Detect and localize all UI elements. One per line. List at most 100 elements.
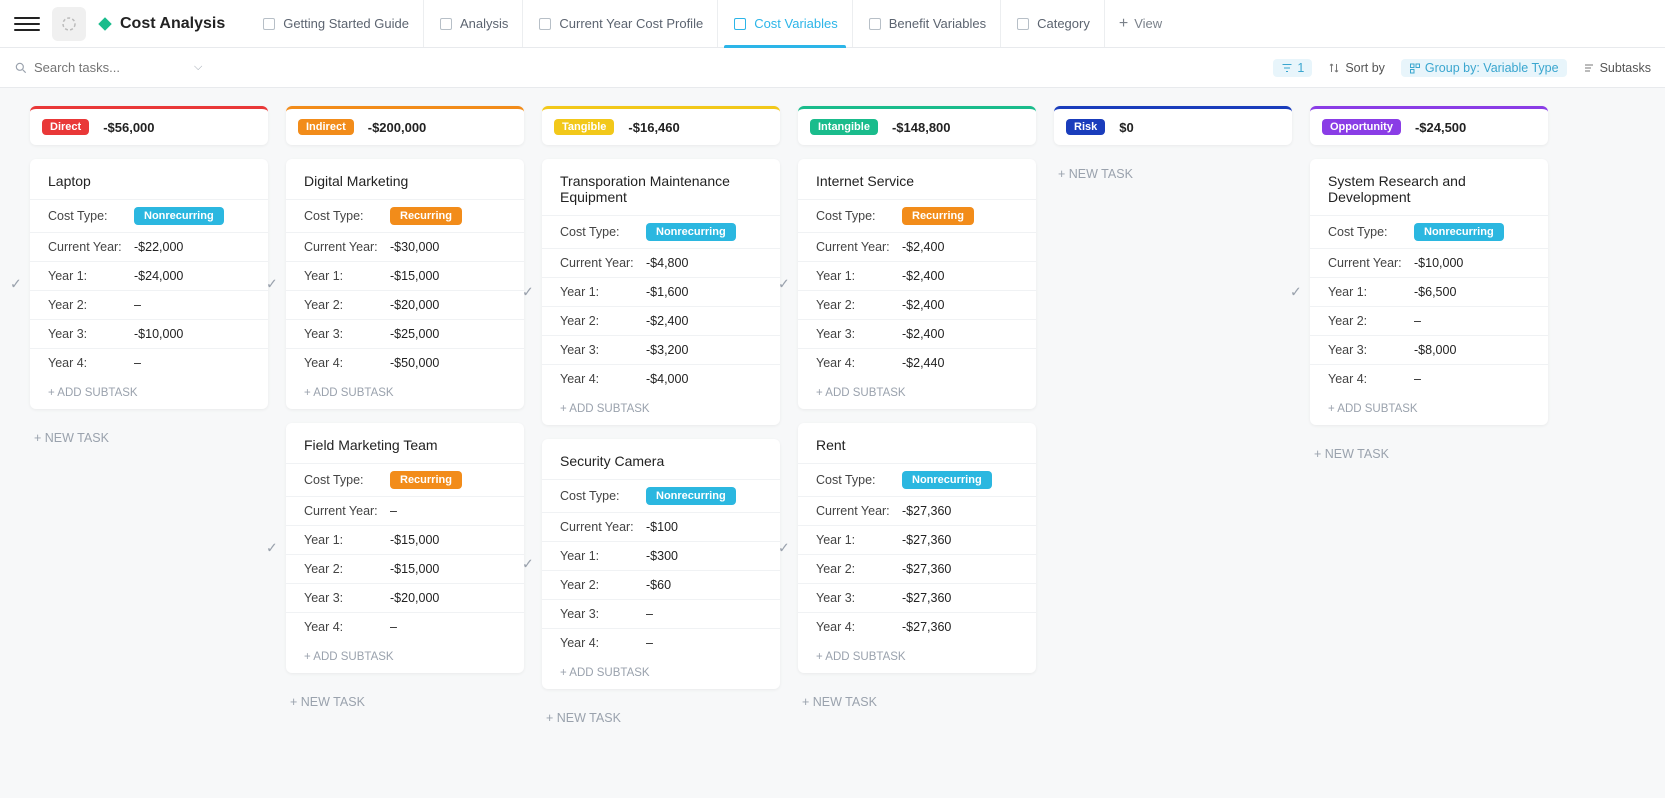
task-card[interactable]: ✓Transporation Maintenance EquipmentCost…	[542, 159, 780, 425]
column-header[interactable]: Direct-$56,000	[30, 106, 268, 145]
value-year2: -$27,360	[902, 562, 951, 576]
row-year1: Year 1:-$15,000	[286, 261, 524, 290]
task-card[interactable]: ✓Internet ServiceCost Type:RecurringCurr…	[798, 159, 1036, 409]
task-card[interactable]: ✓Security CameraCost Type:NonrecurringCu…	[542, 439, 780, 689]
task-card[interactable]: ✓RentCost Type:NonrecurringCurrent Year:…	[798, 423, 1036, 673]
card-title: Security Camera	[542, 453, 780, 479]
label-year2: Year 2:	[304, 298, 390, 312]
group-by-button[interactable]: Group by: Variable Type	[1401, 59, 1567, 77]
check-icon[interactable]: ✓	[778, 276, 790, 293]
column-header[interactable]: Indirect-$200,000	[286, 106, 524, 145]
row-year4: Year 4:–	[1310, 364, 1548, 393]
subtasks-button[interactable]: Subtasks	[1583, 61, 1651, 75]
menu-icon[interactable]	[14, 11, 40, 37]
label-year4: Year 4:	[816, 356, 902, 370]
row-year2: Year 2:–	[1310, 306, 1548, 335]
value-year2: -$2,400	[646, 314, 688, 328]
sort-button[interactable]: Sort by	[1328, 61, 1385, 75]
label-cost-type: Cost Type:	[560, 489, 646, 503]
value-year3: -$10,000	[134, 327, 183, 341]
check-icon[interactable]: ✓	[778, 540, 790, 557]
add-subtask-button[interactable]: + ADD SUBTASK	[1310, 393, 1548, 425]
column-tangible: Tangible-$16,460 ✓Transporation Maintenan…	[542, 106, 780, 733]
column-badge: Indirect	[298, 119, 354, 135]
search-input[interactable]	[34, 60, 174, 75]
row-year1: Year 1:-$15,000	[286, 525, 524, 554]
tab-benefit-variables[interactable]: Benefit Variables	[852, 0, 1000, 47]
card-title: Digital Marketing	[286, 173, 524, 199]
value-year4: –	[1414, 372, 1421, 386]
label-cost-type: Cost Type:	[560, 225, 646, 239]
tab-category[interactable]: Category	[1000, 0, 1104, 47]
add-subtask-button[interactable]: + ADD SUBTASK	[30, 377, 268, 409]
row-year4: Year 4:-$4,000	[542, 364, 780, 393]
task-card[interactable]: ✓Field Marketing TeamCost Type:Recurring…	[286, 423, 524, 673]
cost-type-chip: Nonrecurring	[1414, 223, 1504, 241]
row-cost-type: Cost Type:Nonrecurring	[798, 463, 1036, 496]
label-year4: Year 4:	[560, 372, 646, 386]
task-card[interactable]: ✓Digital MarketingCost Type:RecurringCur…	[286, 159, 524, 409]
add-subtask-button[interactable]: + ADD SUBTASK	[286, 377, 524, 409]
label-year4: Year 4:	[816, 620, 902, 634]
value-current_year: -$100	[646, 520, 678, 534]
column-header[interactable]: Tangible-$16,460	[542, 106, 780, 145]
cost-type-chip: Recurring	[390, 471, 462, 489]
tab-cost-variables[interactable]: Cost Variables	[717, 0, 852, 47]
cost-type-chip: Nonrecurring	[646, 223, 736, 241]
add-subtask-button[interactable]: + ADD SUBTASK	[798, 377, 1036, 409]
column-amount: -$148,800	[892, 120, 951, 135]
column-header[interactable]: Risk$0	[1054, 106, 1292, 145]
task-card[interactable]: ✓LaptopCost Type:NonrecurringCurrent Yea…	[30, 159, 268, 409]
row-year4: Year 4:-$27,360	[798, 612, 1036, 641]
column-header[interactable]: Intangible-$148,800	[798, 106, 1036, 145]
value-year2: -$20,000	[390, 298, 439, 312]
label-year1: Year 1:	[304, 269, 390, 283]
value-year1: -$1,600	[646, 285, 688, 299]
check-icon[interactable]: ✓	[522, 556, 534, 573]
column-header[interactable]: Opportunity-$24,500	[1310, 106, 1548, 145]
add-view-button[interactable]: +View	[1104, 0, 1176, 47]
value-current_year: -$30,000	[390, 240, 439, 254]
check-icon[interactable]: ✓	[266, 540, 278, 557]
value-year1: -$15,000	[390, 269, 439, 283]
check-icon[interactable]: ✓	[522, 284, 534, 301]
column-badge: Opportunity	[1322, 119, 1401, 135]
chevron-down-icon[interactable]: ⌵	[194, 61, 202, 74]
add-subtask-button[interactable]: + ADD SUBTASK	[542, 393, 780, 425]
toolbar: ⌵ 1 Sort by Group by: Variable Type Subt…	[0, 48, 1665, 88]
value-current_year: –	[390, 504, 397, 518]
column-risk: Risk$0 + NEW TASK	[1054, 106, 1292, 189]
value-year1: -$15,000	[390, 533, 439, 547]
label-year4: Year 4:	[304, 620, 390, 634]
new-task-button[interactable]: + NEW TASK	[30, 423, 268, 453]
row-year3: Year 3:-$2,400	[798, 319, 1036, 348]
check-icon[interactable]: ✓	[266, 276, 278, 293]
filter-button[interactable]: 1	[1273, 59, 1312, 77]
row-year3: Year 3:-$27,360	[798, 583, 1036, 612]
tab-getting-started[interactable]: Getting Started Guide	[247, 0, 423, 47]
add-subtask-button[interactable]: + ADD SUBTASK	[286, 641, 524, 673]
tab-analysis[interactable]: Analysis	[423, 0, 522, 47]
value-year2: -$15,000	[390, 562, 439, 576]
row-current_year: Current Year:-$100	[542, 512, 780, 541]
check-icon[interactable]: ✓	[1290, 284, 1302, 301]
row-cost-type: Cost Type:Recurring	[798, 199, 1036, 232]
label-current_year: Current Year:	[816, 504, 902, 518]
value-year1: -$2,400	[902, 269, 944, 283]
new-task-button[interactable]: + NEW TASK	[798, 687, 1036, 717]
value-year3: -$2,400	[902, 327, 944, 341]
new-task-button[interactable]: + NEW TASK	[1054, 159, 1292, 189]
cost-type-chip: Nonrecurring	[646, 487, 736, 505]
new-task-button[interactable]: + NEW TASK	[1310, 439, 1548, 469]
row-current_year: Current Year:-$10,000	[1310, 248, 1548, 277]
new-task-button[interactable]: + NEW TASK	[286, 687, 524, 717]
column-amount: -$56,000	[103, 120, 154, 135]
column-badge: Tangible	[554, 119, 614, 135]
add-subtask-button[interactable]: + ADD SUBTASK	[798, 641, 1036, 673]
check-icon[interactable]: ✓	[10, 276, 22, 293]
label-year2: Year 2:	[304, 562, 390, 576]
tab-current-year[interactable]: Current Year Cost Profile	[522, 0, 717, 47]
task-card[interactable]: ✓System Research and DevelopmentCost Typ…	[1310, 159, 1548, 425]
new-task-button[interactable]: + NEW TASK	[542, 703, 780, 733]
add-subtask-button[interactable]: + ADD SUBTASK	[542, 657, 780, 689]
